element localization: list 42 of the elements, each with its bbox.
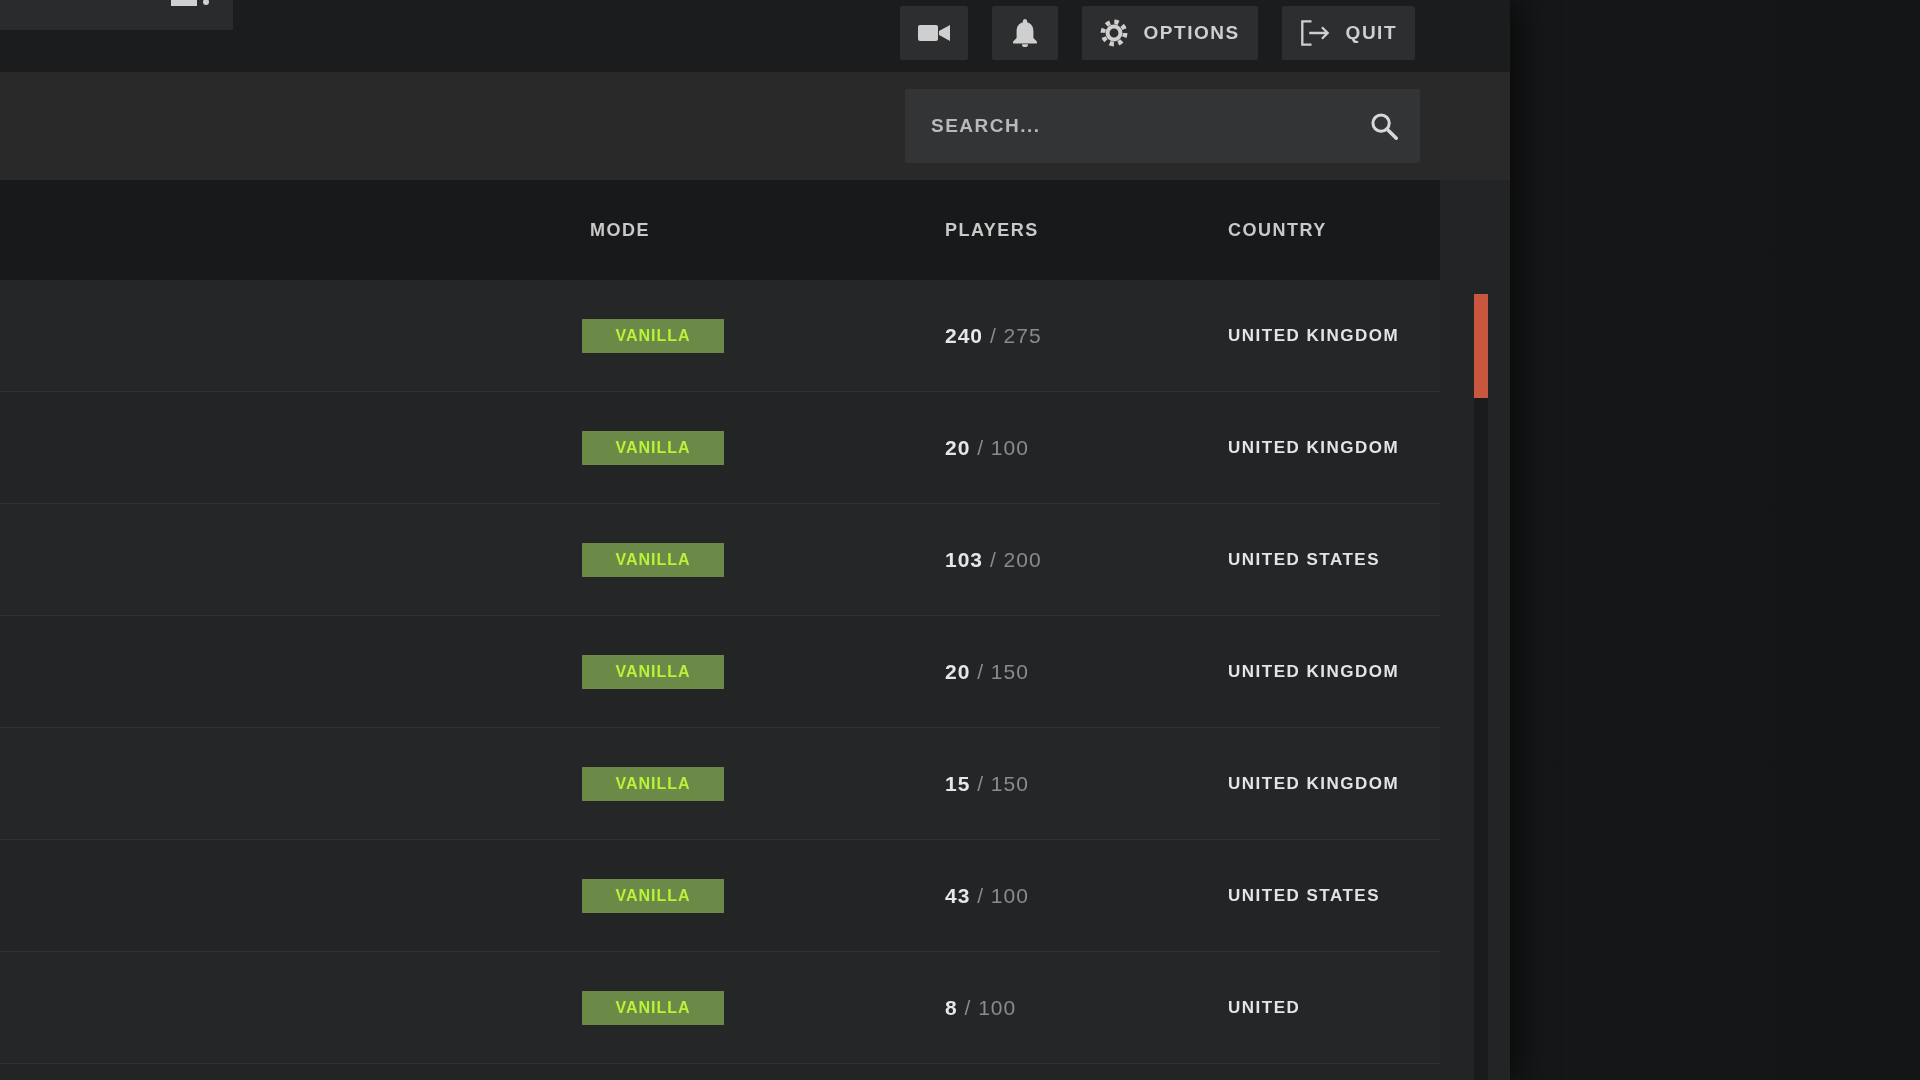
exit-icon (1299, 20, 1330, 46)
mode-tag: VANILLA (582, 766, 724, 801)
search-icon[interactable] (1370, 112, 1398, 140)
mode-tag: VANILLA (582, 878, 724, 913)
cropped-icon (171, 0, 211, 6)
country-text: UNITED KINGDOM (1228, 325, 1400, 345)
search-field[interactable]: SEARCH... (905, 89, 1420, 163)
server-row[interactable]: VANILLA 15 / 150 UNITED KINGDOM (0, 728, 1440, 840)
country-text: UNITED (1228, 997, 1301, 1017)
mode-tag: VANILLA (582, 430, 724, 465)
country-text: UNITED KINGDOM (1228, 437, 1400, 457)
scrollbar-track[interactable] (1474, 294, 1488, 1080)
header-button[interactable] (0, 0, 233, 30)
country-text: UNITED KINGDOM (1228, 773, 1400, 793)
scrollbar-thumb[interactable] (1474, 294, 1488, 398)
player-count: 20 / 150 (945, 659, 1029, 683)
mode-tag: VANILLA (582, 990, 724, 1025)
column-header[interactable]: PLAYERS (945, 219, 1039, 240)
player-count: 103 / 200 (945, 547, 1042, 571)
player-count: 15 / 150 (945, 771, 1029, 795)
server-row[interactable]: VANILLA 240 / 275 UNITED KINGDOM (0, 280, 1440, 392)
column-header[interactable]: COUNTRY (1228, 219, 1327, 240)
options-button[interactable]: OPTIONS (1081, 6, 1258, 60)
country-text: UNITED STATES (1228, 885, 1381, 905)
mode-tag: VANILLA (582, 654, 724, 689)
quit-button[interactable]: QUIT (1281, 6, 1415, 60)
player-count: 43 / 100 (945, 883, 1029, 907)
bell-icon (1011, 19, 1038, 47)
server-row[interactable]: VANILLA 103 / 200 UNITED STATES (0, 504, 1440, 616)
country-text: UNITED STATES (1228, 549, 1381, 569)
player-count: 20 / 100 (945, 435, 1029, 459)
country-text: UNITED KINGDOM (1228, 661, 1400, 681)
column-header[interactable]: MODE (590, 219, 650, 240)
settings-icon (1099, 19, 1128, 47)
player-count: 8 / 100 (945, 995, 1017, 1019)
mode-tag: VANILLA (582, 318, 724, 353)
player-count: 240 / 275 (945, 323, 1042, 347)
server-row[interactable]: VANILLA 8 / 100 UNITED (0, 952, 1440, 1064)
camera-button[interactable] (899, 6, 968, 60)
video-camera-icon (917, 23, 950, 43)
mode-tag: VANILLA (582, 542, 724, 577)
notifications-button[interactable] (991, 6, 1058, 60)
